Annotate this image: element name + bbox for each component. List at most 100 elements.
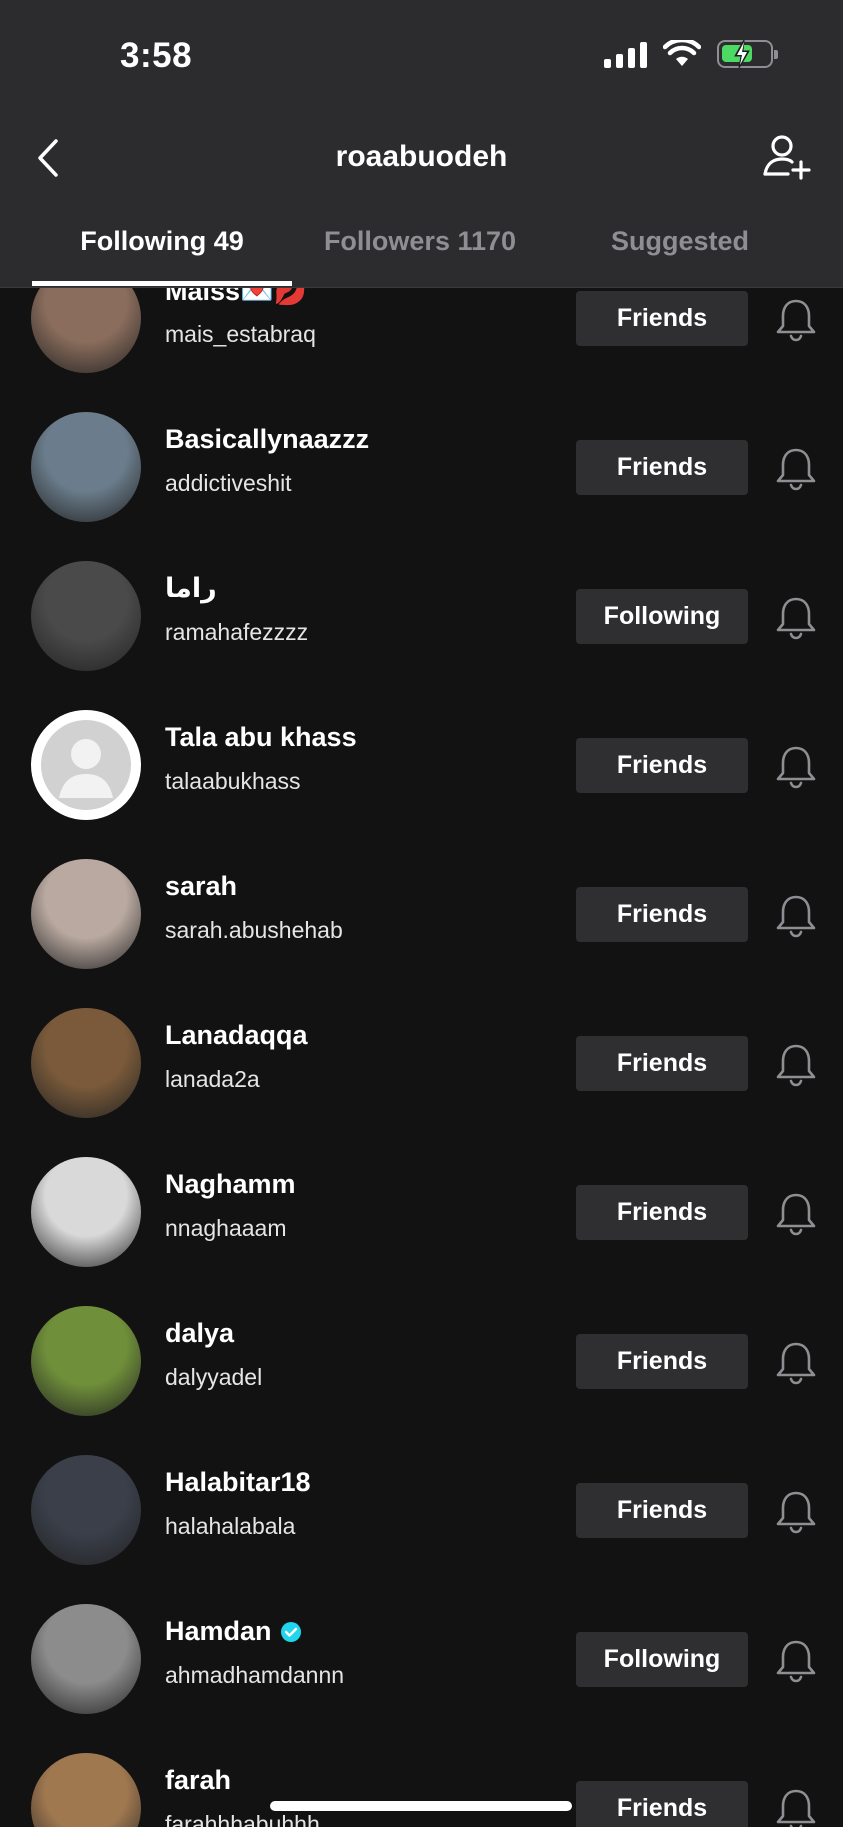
user-row[interactable]: Tala abu khass talaabukhass Friends <box>0 710 843 859</box>
notification-bell-button[interactable] <box>772 295 820 343</box>
notification-bell-button[interactable] <box>772 1487 820 1535</box>
page-title: roaabuodeh <box>335 140 508 173</box>
notification-bell-button[interactable] <box>772 1338 820 1386</box>
user-display-name[interactable]: Naghamm <box>165 1169 296 1200</box>
wifi-icon <box>663 40 701 66</box>
battery-charging-icon <box>717 39 778 69</box>
bell-icon <box>776 1044 816 1087</box>
avatar[interactable] <box>31 561 141 671</box>
add-friend-button[interactable] <box>761 132 813 184</box>
user-row[interactable]: farah farahhhabuhhh Friends <box>0 1753 843 1827</box>
top-bar: 3:58 roaabuodeh Following 49 Followers 1… <box>0 0 843 288</box>
following-screen: Maiss💌💋 mais_estabraq Friends Basicallynaaz… <box>0 0 843 1827</box>
user-row[interactable]: sarah sarah.abushehab Friends <box>0 859 843 1008</box>
user-row[interactable]: راما ramahafezzzz Following <box>0 561 843 710</box>
user-handle: sarah.abushehab <box>165 917 343 943</box>
status-icons <box>604 39 778 69</box>
user-display-name-text: Basicallynaazzz <box>165 424 370 454</box>
user-display-name[interactable]: dalya <box>165 1318 234 1349</box>
avatar[interactable] <box>31 710 141 820</box>
user-display-name[interactable]: Basicallynaazzz <box>165 424 369 455</box>
following-button[interactable]: Following <box>576 589 748 644</box>
user-row[interactable]: Lanadaqqa lanada2a Friends <box>0 1008 843 1157</box>
friends-button[interactable]: Friends <box>576 440 748 495</box>
bell-icon <box>776 1193 816 1236</box>
notification-bell-button[interactable] <box>772 593 820 641</box>
user-handle: ramahafezzzz <box>165 619 309 645</box>
active-tab-indicator <box>32 281 292 286</box>
user-handle: addictiveshit <box>165 470 292 496</box>
tab-suggested[interactable]: Suggested <box>550 226 810 257</box>
status-time: 3:58 <box>120 36 193 75</box>
user-row[interactable]: Halabitar18 halahalabala Friends <box>0 1455 843 1604</box>
notification-bell-button[interactable] <box>772 444 820 492</box>
user-display-name[interactable]: Halabitar18 <box>165 1467 311 1498</box>
user-display-name-text: Hamdan <box>165 1616 272 1646</box>
friends-button[interactable]: Friends <box>576 1334 748 1389</box>
notification-bell-button[interactable] <box>772 1636 820 1684</box>
bell-icon <box>776 1342 816 1385</box>
user-display-name-text: sarah <box>165 871 238 901</box>
avatar[interactable] <box>31 1306 141 1416</box>
user-display-name-text: Naghamm <box>165 1169 296 1199</box>
friends-button[interactable]: Friends <box>576 1036 748 1091</box>
notification-bell-button[interactable] <box>772 891 820 939</box>
user-row[interactable]: dalya dalyyadel Friends <box>0 1306 843 1455</box>
user-display-name-text: Lanadaqqa <box>165 1020 308 1050</box>
user-display-name[interactable]: Lanadaqqa <box>165 1020 308 1051</box>
user-row[interactable]: Basicallynaazzz addictiveshit Friends <box>0 412 843 561</box>
friends-button[interactable]: Friends <box>576 1185 748 1240</box>
bell-icon <box>776 597 816 640</box>
user-handle: farahhhabuhhh <box>165 1811 320 1827</box>
friends-button[interactable]: Friends <box>576 887 748 942</box>
user-row[interactable]: Hamdan ahmadhamdannn Following <box>0 1604 843 1753</box>
bell-icon <box>776 1640 816 1683</box>
user-display-name[interactable]: farah <box>165 1765 231 1796</box>
home-indicator[interactable] <box>270 1801 572 1811</box>
avatar[interactable] <box>31 1008 141 1118</box>
following-button[interactable]: Following <box>576 1632 748 1687</box>
user-display-name[interactable]: Hamdan <box>165 1616 302 1647</box>
avatar[interactable] <box>31 1753 141 1827</box>
user-row[interactable]: Naghamm nnaghaaam Friends <box>0 1157 843 1306</box>
notification-bell-button[interactable] <box>772 742 820 790</box>
notification-bell-button[interactable] <box>772 1785 820 1827</box>
avatar[interactable] <box>31 1157 141 1267</box>
friends-button[interactable]: Friends <box>576 738 748 793</box>
user-display-name[interactable]: sarah <box>165 871 237 902</box>
tab-bar: Following 49 Followers 1170 Suggested <box>0 222 843 288</box>
avatar[interactable] <box>31 1604 141 1714</box>
friends-button[interactable]: Friends <box>576 1483 748 1538</box>
user-display-name-text: Tala abu khass <box>165 722 357 752</box>
user-display-name[interactable]: راما <box>165 573 217 604</box>
user-handle: nnaghaaam <box>165 1215 287 1241</box>
user-display-name-text: راما <box>165 573 217 603</box>
cellular-signal-icon <box>604 40 647 68</box>
friends-button[interactable]: Friends <box>576 291 748 346</box>
user-handle: halahalabala <box>165 1513 296 1539</box>
avatar[interactable] <box>31 1455 141 1565</box>
friends-button[interactable]: Friends <box>576 1781 748 1827</box>
user-display-name-text: farah <box>165 1765 232 1795</box>
bell-icon <box>776 1789 816 1827</box>
avatar[interactable] <box>31 859 141 969</box>
user-display-name-text: Halabitar18 <box>165 1467 311 1497</box>
verified-badge-icon <box>280 1621 301 1642</box>
bell-icon <box>776 1491 816 1534</box>
bell-icon <box>776 895 816 938</box>
tab-following[interactable]: Following 49 <box>32 226 292 257</box>
bell-icon <box>776 746 816 789</box>
avatar[interactable] <box>31 412 141 522</box>
user-display-name[interactable]: Tala abu khass <box>165 722 357 753</box>
user-handle: talaabukhass <box>165 768 301 794</box>
notification-bell-button[interactable] <box>772 1189 820 1237</box>
bell-icon <box>776 448 816 491</box>
user-handle: ahmadhamdannn <box>165 1662 345 1688</box>
user-handle: lanada2a <box>165 1066 260 1092</box>
bell-icon <box>776 299 816 342</box>
user-handle: dalyyadel <box>165 1364 263 1390</box>
tab-followers[interactable]: Followers 1170 <box>290 226 550 257</box>
user-handle: mais_estabraq <box>165 321 316 347</box>
add-user-icon <box>763 135 811 180</box>
notification-bell-button[interactable] <box>772 1040 820 1088</box>
